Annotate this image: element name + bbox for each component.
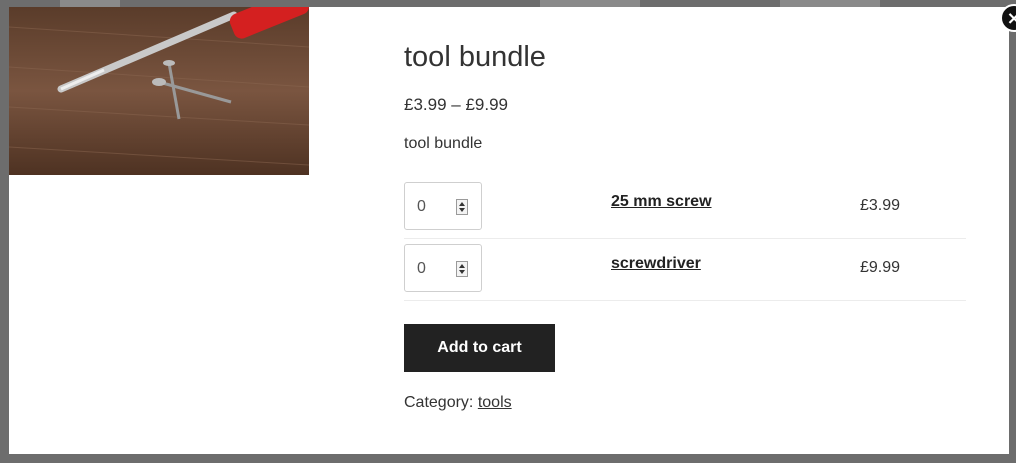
quantity-value[interactable]: 0 — [417, 198, 426, 216]
quantity-value[interactable]: 0 — [417, 260, 426, 278]
close-icon[interactable]: × — [1000, 4, 1016, 32]
spinner-icon[interactable] — [456, 199, 468, 215]
product-link[interactable]: screwdriver — [611, 255, 701, 273]
item-price: £3.99 — [860, 197, 901, 214]
product-short-description: tool bundle — [404, 135, 483, 152]
quantity-stepper[interactable]: 0 — [404, 182, 482, 230]
spinner-icon[interactable] — [456, 261, 468, 277]
product-photo-icon — [9, 7, 309, 175]
category-link[interactable]: tools — [478, 394, 512, 411]
product-price-range: £3.99 – £9.99 — [404, 95, 508, 114]
product-meta: Category: tools — [404, 394, 512, 412]
product-image — [9, 7, 309, 175]
table-row: 0 screwdriver £9.99 — [404, 239, 966, 301]
table-row: 0 25 mm screw £3.99 — [404, 177, 966, 239]
product-link[interactable]: 25 mm screw — [611, 193, 712, 211]
item-price: £9.99 — [860, 259, 901, 276]
quantity-stepper[interactable]: 0 — [404, 244, 482, 292]
grouped-products-table: 0 25 mm screw £3.99 0 screwdriver £9.99 — [404, 177, 966, 301]
product-title: tool bundle — [404, 41, 546, 73]
quick-view-modal: tool bundle £3.99 – £9.99 tool bundle 0 … — [9, 4, 1016, 454]
category-label: Category: — [404, 394, 474, 411]
add-to-cart-button[interactable]: Add to cart — [404, 324, 555, 372]
